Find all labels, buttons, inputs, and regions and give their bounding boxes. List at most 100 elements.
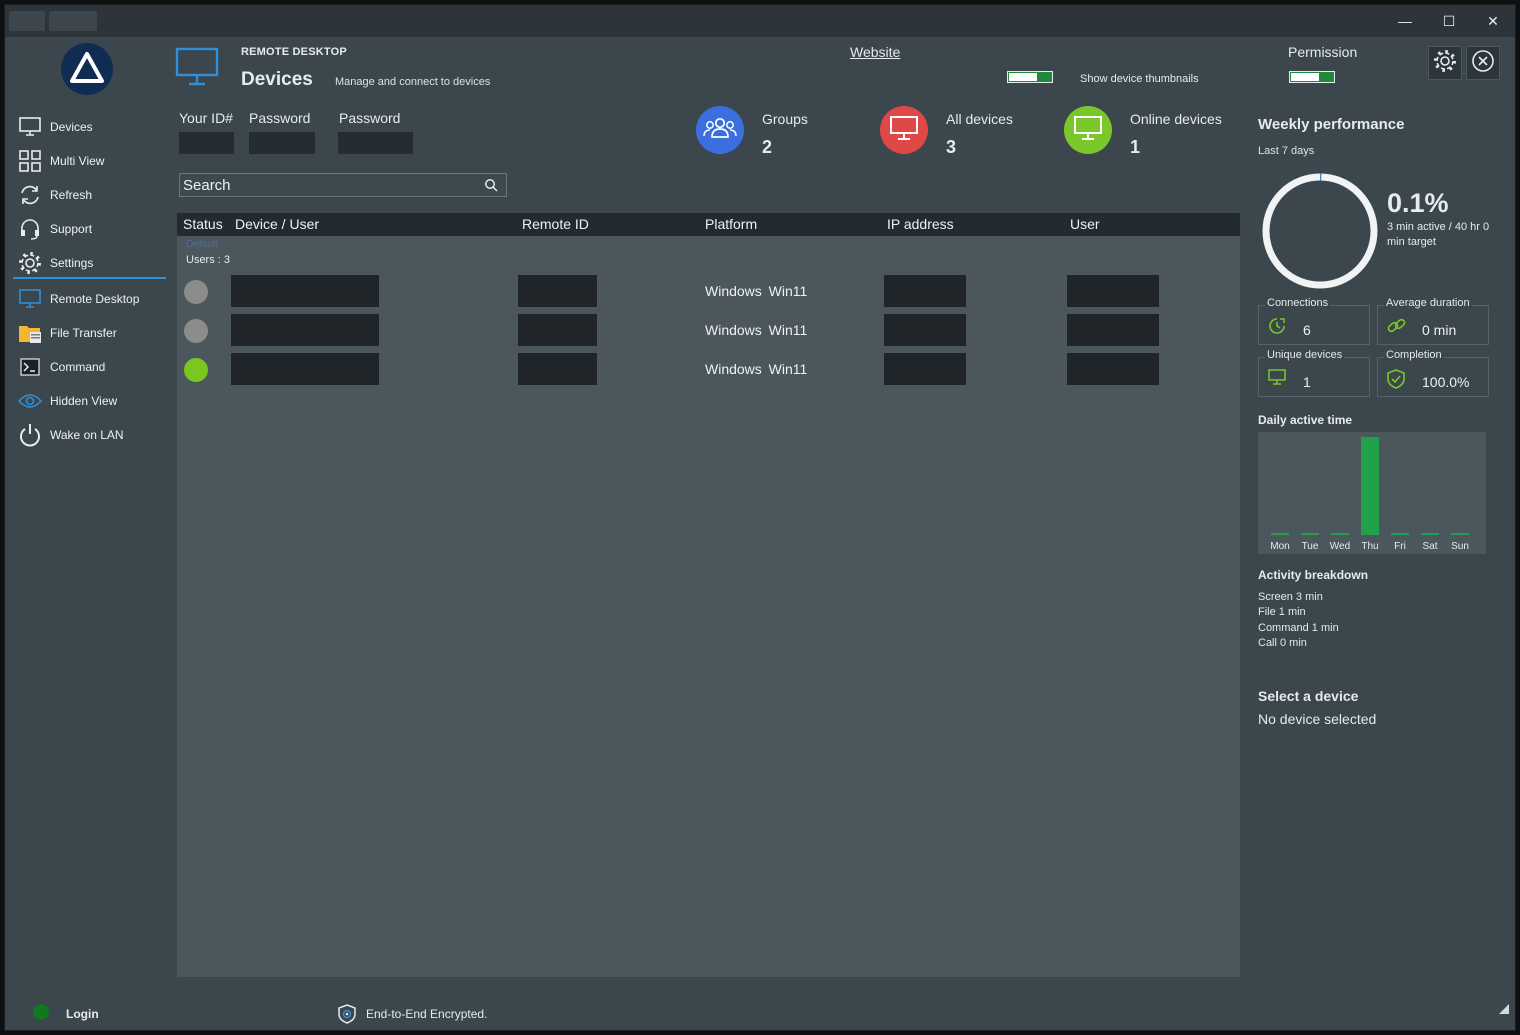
- all-devices-label: All devices: [946, 111, 1013, 127]
- chart-day-label: Sat: [1422, 541, 1438, 552]
- shield-icon: [337, 1003, 357, 1030]
- online-devices-badge[interactable]: [1064, 106, 1112, 154]
- chart-bar-tue: [1301, 533, 1319, 535]
- password-label: Password: [339, 110, 401, 126]
- ip-address-cell: [884, 353, 966, 385]
- table-row[interactable]: Windows Win11: [177, 353, 1240, 387]
- sidebar-item-support[interactable]: Support: [17, 215, 167, 243]
- resize-grip[interactable]: [1499, 1004, 1509, 1014]
- column-header-user[interactable]: User: [1070, 216, 1100, 232]
- password-field[interactable]: [249, 132, 315, 154]
- minimize-button[interactable]: —: [1383, 7, 1427, 35]
- all-devices-count: 3: [946, 137, 957, 157]
- chart-day-label: Sun: [1451, 541, 1469, 552]
- monitor-icon: [1267, 368, 1287, 391]
- close-window-button[interactable]: ✕: [1471, 7, 1515, 35]
- encryption-status: End-to-End Encrypted.: [366, 1007, 488, 1021]
- folder-icon: [17, 320, 43, 346]
- column-header-device-user[interactable]: Device / User: [235, 216, 319, 232]
- sidebar-item-refresh[interactable]: Refresh: [17, 181, 167, 209]
- headset-icon: [17, 216, 43, 242]
- login-status-indicator: [33, 1004, 49, 1020]
- platform-cell: Windows Win11: [705, 322, 808, 338]
- sidebar-item-label: Remote Desktop: [50, 292, 140, 306]
- table-header: Status Device / User Remote ID Platform …: [177, 213, 1240, 236]
- chart-bar-sun: [1451, 533, 1469, 535]
- metric-label: Connections: [1265, 297, 1331, 309]
- metric-label: Average duration: [1384, 297, 1472, 309]
- website-link[interactable]: Website: [850, 44, 900, 60]
- metric-value: 1: [1303, 374, 1311, 390]
- your-id-field[interactable]: [179, 132, 234, 154]
- clock-icon: [1267, 316, 1287, 341]
- sidebar-item-label: Refresh: [50, 188, 93, 202]
- title-placeholder: [49, 11, 97, 31]
- logo-icon: [70, 52, 104, 83]
- metric-value: 0 min: [1422, 322, 1457, 338]
- sidebar-item-settings[interactable]: Settings: [17, 249, 167, 277]
- password-field[interactable]: [338, 132, 413, 154]
- app-window: — ☐ ✕ Devices Multi View Refresh Support…: [4, 4, 1516, 1031]
- settings-button[interactable]: [1428, 46, 1462, 80]
- sidebar-item-wake-on-lan[interactable]: Wake on LAN: [17, 421, 167, 449]
- gear-icon: [17, 250, 43, 276]
- search-input[interactable]: [183, 176, 473, 194]
- group-count: Users : 3: [186, 254, 231, 266]
- sidebar-item-multi-view[interactable]: Multi View: [17, 147, 167, 175]
- sidebar-item-remote-desktop[interactable]: Remote Desktop: [17, 285, 167, 313]
- column-header-ip-address[interactable]: IP address: [887, 216, 954, 232]
- group-name[interactable]: Default: [186, 239, 218, 250]
- close-panel-button[interactable]: [1466, 46, 1500, 80]
- remote-id-cell: [518, 353, 597, 385]
- search-icon[interactable]: [484, 178, 498, 197]
- column-header-status[interactable]: Status: [183, 216, 223, 232]
- online-devices-label: Online devices: [1130, 111, 1222, 127]
- average-duration-metric: Average duration 0 min: [1377, 297, 1489, 345]
- chart-bar-sat: [1421, 533, 1439, 535]
- ip-address-cell: [884, 275, 966, 307]
- maximize-button[interactable]: ☐: [1427, 7, 1471, 35]
- power-icon: [17, 422, 43, 448]
- completion-metric: Completion 100.0%: [1377, 349, 1489, 397]
- sidebar-item-command[interactable]: Command: [17, 353, 167, 381]
- monitor-icon: [17, 114, 43, 140]
- refresh-icon: [17, 182, 43, 208]
- platform-cell: Windows Win11: [705, 283, 808, 299]
- all-devices-badge[interactable]: [880, 106, 928, 154]
- user-cell: [1067, 314, 1159, 346]
- activity-item: File 1 min: [1258, 606, 1306, 618]
- chart-bar-mon: [1271, 533, 1289, 535]
- thumbnails-toggle[interactable]: [1007, 71, 1053, 83]
- sidebar-divider: [13, 277, 166, 279]
- page-subtitle: Manage and connect to devices: [335, 76, 491, 88]
- table-row[interactable]: Windows Win11: [177, 314, 1240, 348]
- activity-item: Call 0 min: [1258, 637, 1307, 649]
- completion-summary: 3 min active / 40 hr 0 min target: [1387, 221, 1490, 248]
- permission-toggle[interactable]: [1289, 71, 1335, 83]
- sidebar-item-label: Multi View: [50, 154, 105, 168]
- remote-id-cell: [518, 275, 597, 307]
- table-row[interactable]: Windows Win11: [177, 275, 1240, 309]
- monitor-icon: [175, 47, 219, 92]
- metric-value: 100.0%: [1422, 374, 1470, 390]
- column-header-remote-id[interactable]: Remote ID: [522, 216, 589, 232]
- sidebar-item-label: Wake on LAN: [50, 428, 124, 442]
- completion-percent: 0.1%: [1387, 188, 1449, 218]
- terminal-icon: [17, 354, 43, 380]
- platform-cell: Windows Win11: [705, 361, 808, 377]
- sidebar-item-hidden-view[interactable]: Hidden View: [17, 387, 167, 415]
- daily-active-title: Daily active time: [1258, 413, 1353, 427]
- groups-count: 2: [762, 137, 773, 157]
- sidebar-item-file-transfer[interactable]: File Transfer: [17, 319, 167, 347]
- chart-day-label: Fri: [1394, 541, 1406, 552]
- login-button[interactable]: Login: [66, 1007, 99, 1021]
- status-indicator: [184, 358, 208, 382]
- sidebar-item-devices[interactable]: Devices: [17, 113, 167, 141]
- groups-badge[interactable]: [696, 106, 744, 154]
- online-devices-count: 1: [1130, 137, 1141, 157]
- device-name-cell: [231, 275, 379, 307]
- sidebar: Devices Multi View Refresh Support Setti…: [5, 37, 171, 1030]
- connections-metric: Connections 6: [1258, 297, 1370, 345]
- user-cell: [1067, 353, 1159, 385]
- column-header-platform[interactable]: Platform: [705, 216, 757, 232]
